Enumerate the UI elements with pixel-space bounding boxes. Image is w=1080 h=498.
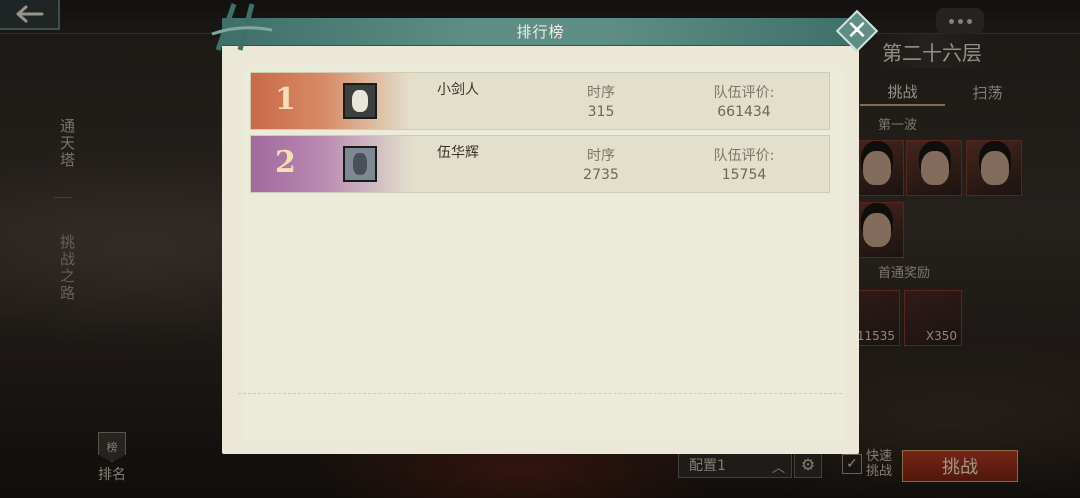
player-name: 伍华辉 [437,145,479,161]
modal-title: 排行榜 [516,23,565,41]
score-value: 15754 [721,167,767,183]
order-value: 315 [587,104,615,120]
close-button[interactable]: ✕ [835,9,879,53]
avatar[interactable] [343,146,377,182]
order-header: 时序 [587,85,615,101]
player-name: 小剑人 [437,82,479,98]
sword-ornament-icon [211,3,273,51]
avatar[interactable] [343,83,377,119]
score-header: 队伍评价: [713,148,775,164]
close-icon: ✕ [846,16,868,46]
order-header: 时序 [587,148,615,164]
order-value: 2735 [583,167,619,183]
leaderboard-row[interactable]: 2 伍华辉 时序 2735 队伍评价: 15754 [250,135,830,193]
leaderboard-row[interactable]: 1 小剑人 时序 315 队伍评价: 661434 [250,72,830,130]
divider [238,393,842,394]
score-header: 队伍评价: [713,85,775,101]
rank-number: 2 [275,145,296,180]
score-value: 661434 [717,104,771,120]
rank-number: 1 [275,82,296,117]
